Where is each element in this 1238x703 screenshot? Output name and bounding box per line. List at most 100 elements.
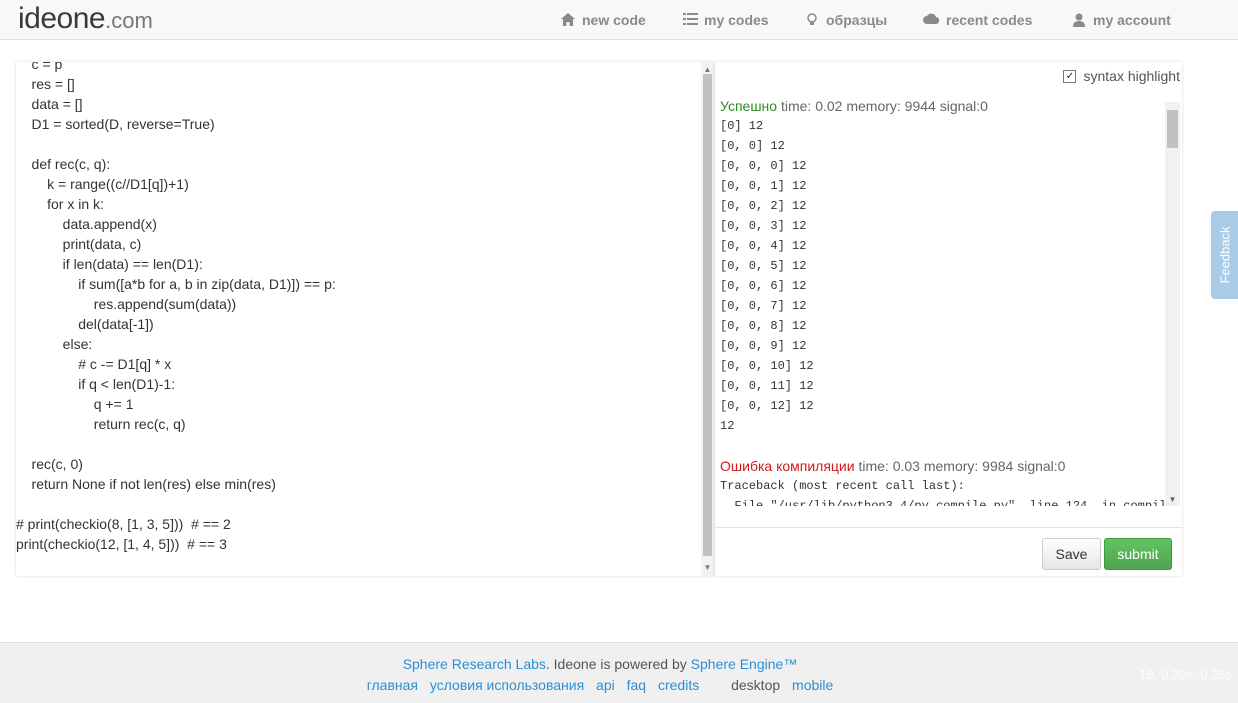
footer-links: главная условия использования api faq cr…	[0, 677, 1200, 693]
code-line: data = []	[16, 96, 83, 112]
code-line: q += 1	[16, 396, 134, 412]
code-line: del(data[-1])	[16, 316, 154, 332]
output-line: [0, 0, 11] 12	[720, 379, 814, 393]
code-line: if len(data) == len(D1):	[16, 256, 203, 272]
output-line: [0, 0, 10] 12	[720, 359, 814, 373]
output-line: Traceback (most recent call last):	[720, 479, 965, 493]
run2-status-line: Ошибка компиляции time: 0.03 memory: 998…	[720, 456, 1166, 476]
code-line: res.append(sum(data))	[16, 296, 237, 312]
footer-link-home[interactable]: главная	[367, 677, 418, 693]
syntax-highlight-checkbox[interactable]: ✓	[1063, 69, 1077, 83]
editor-scroll-thumb[interactable]	[703, 74, 712, 556]
feedback-label: Feedback	[1217, 226, 1232, 284]
code-line: print(checkio(12, [1, 4, 5])) # == 3	[16, 536, 227, 552]
save-button[interactable]: Save	[1042, 538, 1101, 570]
syntax-highlight-toggle[interactable]: ✓ syntax highlight	[1063, 68, 1180, 84]
code-line: if q < len(D1)-1:	[16, 376, 176, 392]
lightbulb-icon	[805, 12, 819, 27]
nav-my-codes[interactable]: my codes	[683, 0, 769, 39]
output-line: File "/usr/lib/python3.4/py_compile.py",…	[720, 499, 1166, 506]
syntax-highlight-label: syntax highlight	[1083, 68, 1180, 84]
scroll-down-arrow-icon[interactable]: ▼	[1165, 494, 1180, 506]
output-line: [0, 0, 9] 12	[720, 339, 807, 353]
footer-credits-line: Sphere Research Labs. Ideone is powered …	[0, 656, 1200, 672]
output-line: [0, 0, 7] 12	[720, 299, 807, 313]
output-scrollbar[interactable]: ▼	[1165, 102, 1180, 506]
nav-my-codes-label: my codes	[704, 11, 769, 28]
code-line: rec(c, 0)	[16, 456, 83, 472]
run1-stdout: [0] 12 [0, 0] 12 [0, 0, 0] 12 [0, 0, 1] 12 […	[720, 116, 1166, 436]
feedback-tab[interactable]: Feedback	[1211, 211, 1238, 299]
footer-link-api[interactable]: api	[596, 677, 615, 693]
code-line: if sum([a*b for a, b in zip(data, D1)]) …	[16, 276, 336, 292]
footer-link-credits[interactable]: credits	[658, 677, 699, 693]
footer-link-terms[interactable]: условия использования	[430, 677, 584, 693]
output-line: [0] 12	[720, 119, 764, 133]
code-line: print(data, c)	[16, 236, 142, 252]
code-line: for x in k:	[16, 196, 104, 212]
footer: Sphere Research Labs. Ideone is powered …	[0, 642, 1238, 703]
render-timing: 18, 0.20s, 0.25s	[1139, 667, 1232, 682]
footer-link-mobile[interactable]: mobile	[792, 677, 833, 693]
submit-button[interactable]: submit	[1104, 538, 1172, 570]
output-scroll-thumb[interactable]	[1167, 110, 1178, 148]
run1-stats: time: 0.02 memory: 9944 signal:0	[777, 98, 988, 114]
code-line: # print(checkio(8, [1, 3, 5])) # == 2	[16, 516, 231, 532]
code-line: k = range((c//D1[q])+1)	[16, 176, 189, 192]
code-lines[interactable]: c = p res = [] data = [] D1 = sorted(D, …	[16, 62, 701, 554]
run1-status-line: Успешно time: 0.02 memory: 9944 signal:0	[720, 96, 1166, 116]
code-line: return rec(c, q)	[16, 416, 186, 432]
home-icon	[561, 12, 575, 27]
footer-desktop-text: desktop	[731, 677, 781, 693]
nav-recent-codes[interactable]: recent codes	[923, 0, 1032, 39]
nav-recent-codes-label: recent codes	[946, 11, 1033, 28]
sphere-engine-link[interactable]: Sphere Engine™	[691, 656, 798, 672]
sphere-research-labs-link[interactable]: Sphere Research Labs	[403, 656, 546, 672]
code-line: c = p	[16, 62, 63, 72]
code-line: return None if not len(res) else min(res…	[16, 476, 276, 492]
run2-stderr: Traceback (most recent call last): File …	[720, 476, 1166, 506]
output-line: [0, 0, 3] 12	[720, 219, 807, 233]
nav-new-code[interactable]: new code	[561, 0, 646, 39]
code-line: res = []	[16, 76, 75, 92]
code-line: # c -= D1[q] * x	[16, 356, 172, 372]
code-line: data.append(x)	[16, 216, 157, 232]
cloud-icon	[923, 13, 940, 27]
scroll-down-arrow-icon[interactable]: ▼	[701, 562, 714, 574]
run1-status: Успешно	[720, 98, 778, 114]
code-line: else:	[16, 336, 93, 352]
output-line: [0, 0, 5] 12	[720, 259, 807, 273]
output-line: [0, 0, 4] 12	[720, 239, 807, 253]
code-line: D1 = sorted(D, reverse=True)	[16, 116, 215, 132]
nav-samples-label: образцы	[826, 11, 888, 28]
nav-samples[interactable]: образцы	[805, 0, 887, 39]
output-line: [0, 0, 2] 12	[720, 199, 807, 213]
code-line: def rec(c, q):	[16, 156, 111, 172]
editor-scrollbar[interactable]: ▲ ▼	[701, 62, 714, 576]
run2-status: Ошибка компиляции	[720, 458, 855, 474]
top-navbar: ideone.com new code my codes образцы rec…	[0, 0, 1238, 40]
output-line: [0, 0, 1] 12	[720, 179, 807, 193]
output-line: [0, 0, 6] 12	[720, 279, 807, 293]
powered-by-text: . Ideone is powered by	[545, 656, 691, 672]
output-line: [0, 0, 12] 12	[720, 399, 814, 413]
footer-link-faq[interactable]: faq	[627, 677, 646, 693]
output-line: [0, 0] 12	[720, 139, 785, 153]
code-editor[interactable]: c = p res = [] data = [] D1 = sorted(D, …	[16, 62, 714, 576]
panel-divider	[715, 527, 1182, 528]
ideone-logo[interactable]: ideone.com	[18, 2, 153, 36]
output-line: [0, 0, 0] 12	[720, 159, 807, 173]
run2-stats: time: 0.03 memory: 9984 signal:0	[854, 458, 1066, 474]
user-icon	[1072, 13, 1086, 27]
output-panel: ✓ syntax highlight Успешно time: 0.02 me…	[715, 62, 1182, 576]
logo-main: ideone	[18, 2, 106, 35]
nav-my-account[interactable]: my account	[1072, 0, 1171, 39]
nav-new-code-label: new code	[582, 11, 646, 28]
output-content: Успешно time: 0.02 memory: 9944 signal:0…	[720, 96, 1166, 506]
logo-suffix: .com	[105, 8, 153, 33]
list-icon	[683, 12, 698, 27]
output-line: 12	[720, 419, 735, 433]
